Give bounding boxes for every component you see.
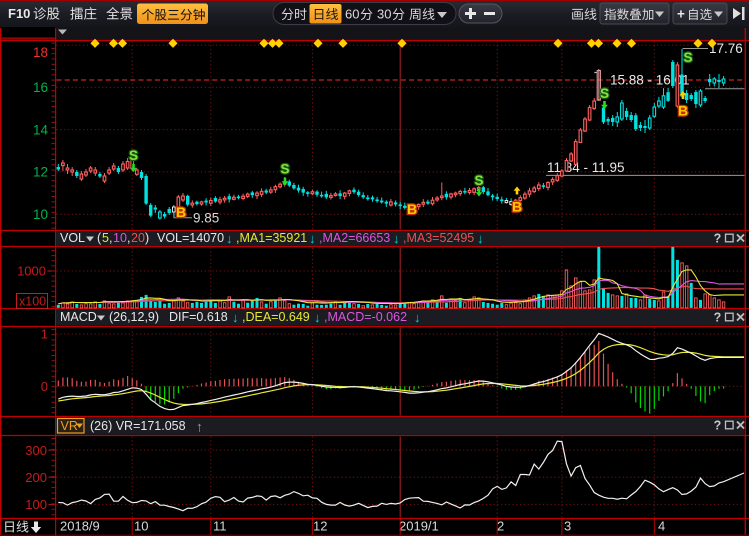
svg-text:12: 12 <box>313 519 327 534</box>
svg-text:S: S <box>280 162 289 177</box>
svg-text:↓: ↓ <box>393 231 400 246</box>
svg-text:B: B <box>512 199 522 215</box>
svg-text:1000: 1000 <box>17 264 46 279</box>
svg-text:?: ? <box>714 232 722 246</box>
svg-text:S: S <box>129 148 138 163</box>
svg-text:MACD: MACD <box>60 310 97 324</box>
svg-text:F10: F10 <box>8 6 30 21</box>
svg-text:,MA3=52495: ,MA3=52495 <box>403 231 474 245</box>
svg-text:↓: ↓ <box>226 231 233 246</box>
svg-text:60: 60 <box>345 7 359 22</box>
svg-text:S: S <box>474 173 483 188</box>
svg-text:16: 16 <box>33 80 48 95</box>
svg-text:?: ? <box>714 311 722 325</box>
svg-text:VR: VR <box>61 419 78 433</box>
svg-text:3: 3 <box>564 519 571 534</box>
svg-text:30: 30 <box>377 7 391 22</box>
svg-text:18: 18 <box>33 45 48 60</box>
svg-text:(26) VR=171.058: (26) VR=171.058 <box>90 419 186 433</box>
svg-text:4: 4 <box>658 519 665 534</box>
svg-text:): ) <box>145 231 149 245</box>
svg-text:DIF=0.618: DIF=0.618 <box>169 310 228 324</box>
svg-text:12: 12 <box>33 165 48 180</box>
svg-text:S: S <box>600 86 609 101</box>
svg-text:,MACD=-0.062: ,MACD=-0.062 <box>324 310 407 324</box>
svg-text:2018/9: 2018/9 <box>60 519 100 534</box>
svg-text:,DEA=0.649: ,DEA=0.649 <box>242 310 310 324</box>
svg-text:↓: ↓ <box>414 310 421 325</box>
svg-text:B: B <box>678 103 688 119</box>
svg-text:↓: ↓ <box>309 231 316 246</box>
svg-text:x100: x100 <box>19 295 46 309</box>
svg-text:+: + <box>677 7 685 22</box>
svg-text:↓: ↓ <box>232 310 239 325</box>
svg-text:S: S <box>683 50 692 65</box>
svg-text:,MA1=35921: ,MA1=35921 <box>236 231 307 245</box>
svg-text:5: 5 <box>102 231 109 245</box>
svg-text:10: 10 <box>33 207 48 222</box>
svg-text:↑: ↑ <box>196 419 203 435</box>
svg-text:10: 10 <box>113 231 127 245</box>
svg-text:10: 10 <box>134 519 148 534</box>
svg-text:2: 2 <box>497 519 504 534</box>
svg-text:200: 200 <box>25 470 47 485</box>
svg-text:20: 20 <box>131 231 145 245</box>
svg-text:100: 100 <box>25 497 47 512</box>
svg-text:11.84 - 11.95: 11.84 - 11.95 <box>547 160 625 175</box>
svg-text:,MA2=66653: ,MA2=66653 <box>319 231 390 245</box>
svg-text:0: 0 <box>41 379 48 394</box>
svg-text:(26,12,9): (26,12,9) <box>109 310 159 324</box>
svg-text:,: , <box>109 231 112 245</box>
svg-text:↓: ↓ <box>314 310 321 325</box>
svg-text:,: , <box>127 231 130 245</box>
svg-text:↓: ↓ <box>477 231 484 246</box>
svg-text:1: 1 <box>41 327 48 342</box>
svg-text:14: 14 <box>33 122 49 137</box>
svg-text:VOL: VOL <box>60 231 85 245</box>
svg-text:11: 11 <box>213 519 227 534</box>
svg-text:?: ? <box>714 419 722 433</box>
svg-text:B: B <box>407 201 417 217</box>
svg-text:VOL=14070: VOL=14070 <box>157 231 224 245</box>
svg-text:9.85: 9.85 <box>193 211 219 226</box>
svg-text:2019/1: 2019/1 <box>399 519 439 534</box>
svg-text:B: B <box>176 204 186 220</box>
svg-text:300: 300 <box>25 443 47 458</box>
